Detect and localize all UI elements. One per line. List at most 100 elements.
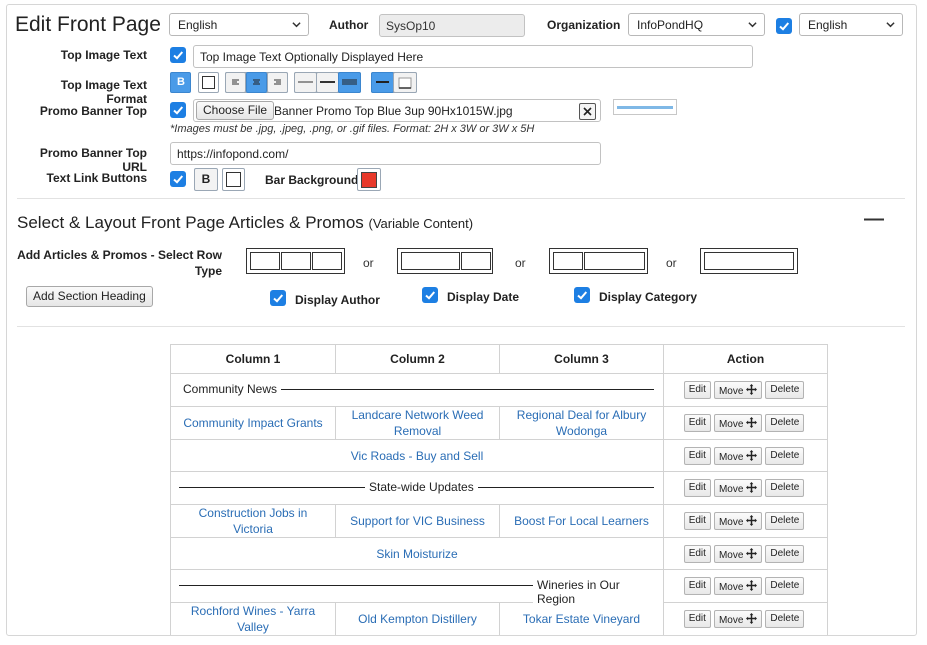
- edit-button[interactable]: Edit: [683, 479, 711, 497]
- display-author-checkbox[interactable]: [270, 290, 286, 306]
- promo-banner-top-label: Promo Banner Top: [39, 104, 147, 118]
- row-type-three-column[interactable]: [246, 248, 345, 274]
- organization-select[interactable]: InfoPondHQ: [628, 13, 765, 36]
- align-left-button[interactable]: [225, 72, 246, 93]
- article-link[interactable]: Community Impact Grants: [183, 416, 322, 430]
- delete-button[interactable]: Delete: [765, 479, 805, 497]
- move-button[interactable]: Move: [713, 414, 763, 432]
- language-select[interactable]: English: [169, 13, 309, 36]
- image-format-hint: *Images must be .jpg, .jpeg, .png, or .g…: [170, 123, 535, 135]
- file-name: Banner Promo Top Blue 3up 90Hx1015W.jpg: [274, 104, 513, 118]
- move-arrows-icon: [746, 417, 758, 428]
- article-link[interactable]: Regional Deal for Albury Wodonga: [517, 408, 646, 438]
- align-left-icon: [232, 79, 239, 85]
- article-cell: Rochford Wines - Yarra Valley: [170, 602, 336, 635]
- promo-banner-url-input[interactable]: https://infopond.com/: [170, 142, 601, 165]
- delete-button[interactable]: Delete: [765, 381, 805, 399]
- move-arrows-icon: [746, 580, 758, 591]
- column-header: Action: [663, 344, 828, 374]
- article-link[interactable]: Old Kempton Distillery: [358, 612, 477, 626]
- choose-file-button[interactable]: Choose File: [196, 101, 275, 120]
- row-type-single[interactable]: [700, 248, 798, 274]
- secondary-language-select[interactable]: English: [799, 13, 903, 36]
- link-bold-button[interactable]: B: [194, 168, 218, 191]
- text-link-buttons-checkbox[interactable]: [170, 171, 186, 187]
- or-label: or: [515, 256, 526, 270]
- row-type-cell: [704, 252, 794, 270]
- edit-button[interactable]: Edit: [683, 610, 711, 628]
- delete-button[interactable]: Delete: [765, 512, 805, 530]
- line-thick-button[interactable]: [338, 72, 361, 93]
- language-select-value: English: [178, 18, 218, 32]
- heading-rule: [471, 487, 654, 488]
- check-icon: [425, 291, 436, 300]
- top-image-text-label: Top Image Text: [60, 48, 147, 62]
- line-medium-button[interactable]: [316, 72, 339, 93]
- table-row: Community Impact Grants Landcare Network …: [170, 406, 828, 440]
- section-title-text: Select & Layout Front Page Articles & Pr…: [17, 213, 364, 232]
- clear-file-button[interactable]: [579, 103, 596, 120]
- bold-toggle-button[interactable]: B: [170, 72, 191, 93]
- align-right-icon: [274, 79, 281, 85]
- move-button[interactable]: Move: [713, 577, 763, 595]
- article-link[interactable]: Landcare Network Weed Removal: [352, 408, 484, 438]
- display-category-checkbox[interactable]: [574, 287, 590, 303]
- edit-button[interactable]: Edit: [683, 577, 711, 595]
- row-type-wide-narrow[interactable]: [397, 248, 493, 274]
- add-section-heading-button[interactable]: Add Section Heading: [26, 286, 153, 307]
- delete-button[interactable]: Delete: [765, 414, 805, 432]
- bar-top-button[interactable]: [371, 72, 394, 93]
- delete-button[interactable]: Delete: [765, 577, 805, 595]
- link-color-button[interactable]: [222, 168, 245, 191]
- top-image-text-checkbox[interactable]: [170, 47, 186, 63]
- check-icon: [273, 294, 284, 303]
- alignment-group: [225, 72, 288, 93]
- article-link[interactable]: Boost For Local Learners: [514, 514, 649, 528]
- align-center-button[interactable]: [246, 72, 267, 93]
- move-button[interactable]: Move: [713, 610, 763, 628]
- article-link[interactable]: Tokar Estate Vineyard: [523, 612, 640, 626]
- display-date-checkbox[interactable]: [422, 287, 438, 303]
- article-link[interactable]: Skin Moisturize: [376, 547, 457, 561]
- white-swatch: [202, 76, 215, 89]
- move-button[interactable]: Move: [713, 512, 763, 530]
- row-type-cell: [281, 252, 311, 270]
- edit-button[interactable]: Edit: [683, 544, 711, 563]
- line-thin-button[interactable]: [294, 72, 317, 93]
- article-link[interactable]: Construction Jobs in Victoria: [199, 506, 308, 536]
- delete-button[interactable]: Delete: [765, 610, 805, 628]
- delete-button[interactable]: Delete: [765, 446, 805, 465]
- top-image-text-input[interactable]: Top Image Text Optionally Displayed Here: [193, 45, 753, 68]
- section-subtitle: (Variable Content): [368, 216, 474, 231]
- file-upload-field: Choose File Banner Promo Top Blue 3up 90…: [193, 99, 601, 122]
- row-type-narrow-wide[interactable]: [549, 248, 648, 274]
- edit-button[interactable]: Edit: [683, 512, 711, 530]
- article-link[interactable]: Vic Roads - Buy and Sell: [351, 449, 484, 463]
- article-cell: Vic Roads - Buy and Sell: [170, 439, 664, 472]
- collapse-button[interactable]: —: [864, 208, 884, 231]
- add-row-label-line1: Add Articles & Promos - Select Row: [17, 248, 222, 262]
- delete-button[interactable]: Delete: [765, 544, 805, 563]
- move-button[interactable]: Move: [713, 544, 763, 563]
- edit-button[interactable]: Edit: [683, 381, 711, 399]
- move-label: Move: [718, 386, 744, 397]
- row-type-cell: [584, 252, 645, 270]
- bar-bottom-button[interactable]: [393, 72, 417, 93]
- table-row: Construction Jobs in Victoria Support for…: [170, 504, 828, 538]
- row-type-cell: [553, 252, 583, 270]
- article-link[interactable]: Rochford Wines - Yarra Valley: [191, 604, 315, 634]
- move-button[interactable]: Move: [713, 446, 763, 465]
- edit-button[interactable]: Edit: [683, 446, 711, 465]
- bar-background-color-button[interactable]: [357, 168, 381, 191]
- text-color-swatch[interactable]: [198, 72, 219, 93]
- align-right-button[interactable]: [267, 72, 288, 93]
- article-cell: Tokar Estate Vineyard: [499, 602, 664, 635]
- author-field: SysOp10: [379, 14, 525, 37]
- language-enable-checkbox[interactable]: [776, 18, 792, 34]
- move-button[interactable]: Move: [713, 479, 763, 497]
- move-button[interactable]: Move: [713, 381, 763, 399]
- promo-banner-top-checkbox[interactable]: [170, 102, 186, 118]
- article-link[interactable]: Support for VIC Business: [350, 514, 485, 528]
- edit-button[interactable]: Edit: [683, 414, 711, 432]
- move-arrows-icon: [746, 449, 758, 461]
